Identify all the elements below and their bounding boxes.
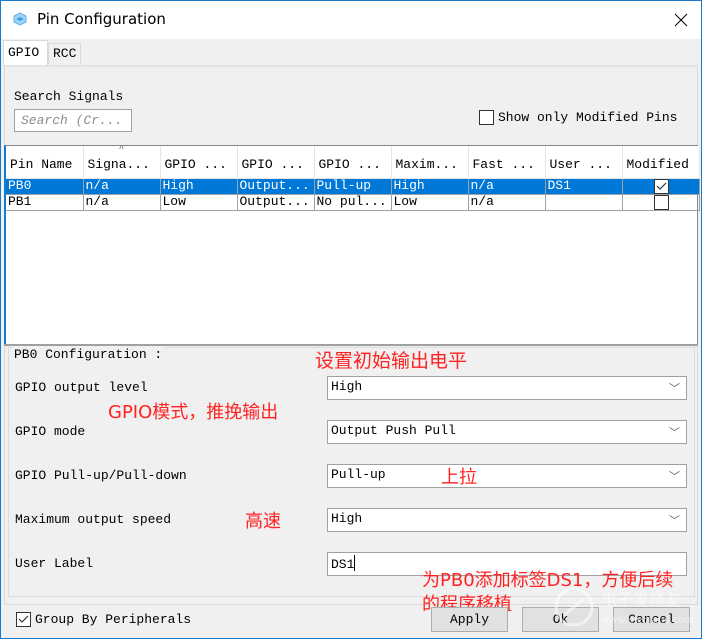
table-header-row: Pin Name ^ Signa... GPIO ... GPIO ... GPI…	[6, 146, 700, 179]
cell-fast-mode: n/a	[468, 194, 546, 211]
search-signals-label: Search Signals	[14, 89, 124, 104]
cube-icon	[13, 12, 27, 26]
annotation-output-level: 设置初始输出电平	[315, 350, 468, 372]
cell-mode: Output...	[237, 178, 315, 195]
cell-speed: Low	[391, 194, 469, 211]
config-group-title: PB0 Configuration :	[12, 347, 165, 362]
cell-modified	[622, 194, 700, 211]
cell-user-label	[545, 194, 623, 211]
cell-output-level: High	[160, 178, 238, 195]
checkmark-icon	[18, 615, 29, 623]
cancel-button[interactable]: Cancel	[613, 607, 690, 632]
column-header-pin-name[interactable]: Pin Name	[6, 146, 84, 179]
cell-pull: Pull-up	[314, 178, 392, 195]
gpio-pull-select[interactable]: Pull-up ﹀	[327, 464, 687, 488]
chevron-down-icon: ﹀	[669, 472, 680, 484]
table-row[interactable]: PB1 n/a Low Output... No pul... Low n/a	[6, 194, 700, 211]
column-header-modified[interactable]: Modified	[622, 146, 700, 179]
title-bar: Pin Configuration	[1, 1, 701, 39]
gpio-pull-label: GPIO Pull-up/Pull-down	[15, 468, 187, 483]
close-button[interactable]	[661, 1, 701, 39]
column-header-maximum-speed[interactable]: Maxim...	[391, 146, 469, 179]
chevron-down-icon: ﹀	[669, 384, 680, 396]
chevron-down-icon: ﹀	[669, 428, 680, 440]
window-title: Pin Configuration	[37, 10, 166, 28]
cell-speed: High	[391, 178, 469, 195]
close-icon	[674, 13, 688, 27]
show-modified-pins-checkbox[interactable]: Show only Modified Pins	[479, 110, 677, 125]
apply-button[interactable]: Apply	[431, 607, 508, 632]
column-header-gpio-pull[interactable]: GPIO ...	[314, 146, 392, 179]
cell-output-level: Low	[160, 194, 238, 211]
cell-user-label: DS1	[545, 178, 623, 195]
ok-button[interactable]: Ok	[522, 607, 599, 632]
max-output-speed-select[interactable]: High ﹀	[327, 508, 687, 532]
column-header-gpio-mode[interactable]: GPIO ...	[237, 146, 315, 179]
max-output-speed-label: Maximum output speed	[15, 512, 172, 527]
cell-fast-mode: n/a	[468, 178, 546, 195]
gpio-output-level-select[interactable]: High ﹀	[327, 376, 687, 400]
cell-modified	[622, 178, 700, 195]
annotation-speed: 高速	[245, 511, 281, 532]
pin-table: Pin Name ^ Signa... GPIO ... GPIO ... GPI…	[4, 145, 700, 345]
column-header-fast-mode[interactable]: Fast ...	[468, 146, 546, 179]
cell-pin-name: PB0	[6, 178, 84, 195]
gpio-output-level-label: GPIO output level	[15, 380, 148, 395]
cell-signal: n/a	[83, 178, 161, 195]
cell-pin-name: PB1	[6, 194, 84, 211]
table-row[interactable]: PB0 n/a High Output... Pull-up High n/a …	[6, 178, 700, 195]
column-header-signal[interactable]: ^ Signa...	[83, 146, 161, 179]
cell-pull: No pul...	[314, 194, 392, 211]
group-by-peripherals-checkbox[interactable]: Group By Peripherals	[16, 612, 191, 627]
checkbox-box[interactable]	[16, 612, 31, 627]
modified-checkbox[interactable]	[654, 194, 669, 209]
text-caret	[354, 555, 356, 571]
annotation-mode: GPIO模式，推挽输出	[108, 402, 279, 423]
sort-ascending-icon: ^	[118, 146, 125, 154]
cell-mode: Output...	[237, 194, 315, 211]
modified-checkbox[interactable]	[654, 178, 669, 193]
group-by-peripherals-label: Group By Peripherals	[35, 612, 192, 627]
tab-rcc[interactable]: RCC	[48, 43, 81, 66]
checkmark-icon	[656, 182, 667, 190]
show-modified-pins-label: Show only Modified Pins	[498, 110, 678, 125]
column-header-user-label[interactable]: User ...	[545, 146, 623, 179]
column-header-gpio-output-level[interactable]: GPIO ...	[160, 146, 238, 179]
tab-gpio[interactable]: GPIO	[3, 40, 48, 66]
gpio-mode-select[interactable]: Output Push Pull ﹀	[327, 420, 687, 444]
annotation-pull: 上拉	[441, 467, 477, 488]
search-input[interactable]	[14, 109, 132, 132]
gpio-mode-label: GPIO mode	[15, 424, 86, 439]
user-label-label: User Label	[15, 556, 94, 571]
cell-signal: n/a	[83, 194, 161, 211]
annotation-label-line1: 为PB0添加标签DS1，方便后续	[422, 570, 674, 591]
checkbox-box[interactable]	[479, 110, 494, 125]
pin-configuration-dialog: Pin Configuration GPIO RCC Search Signal…	[0, 0, 702, 639]
chevron-down-icon: ﹀	[669, 516, 680, 528]
